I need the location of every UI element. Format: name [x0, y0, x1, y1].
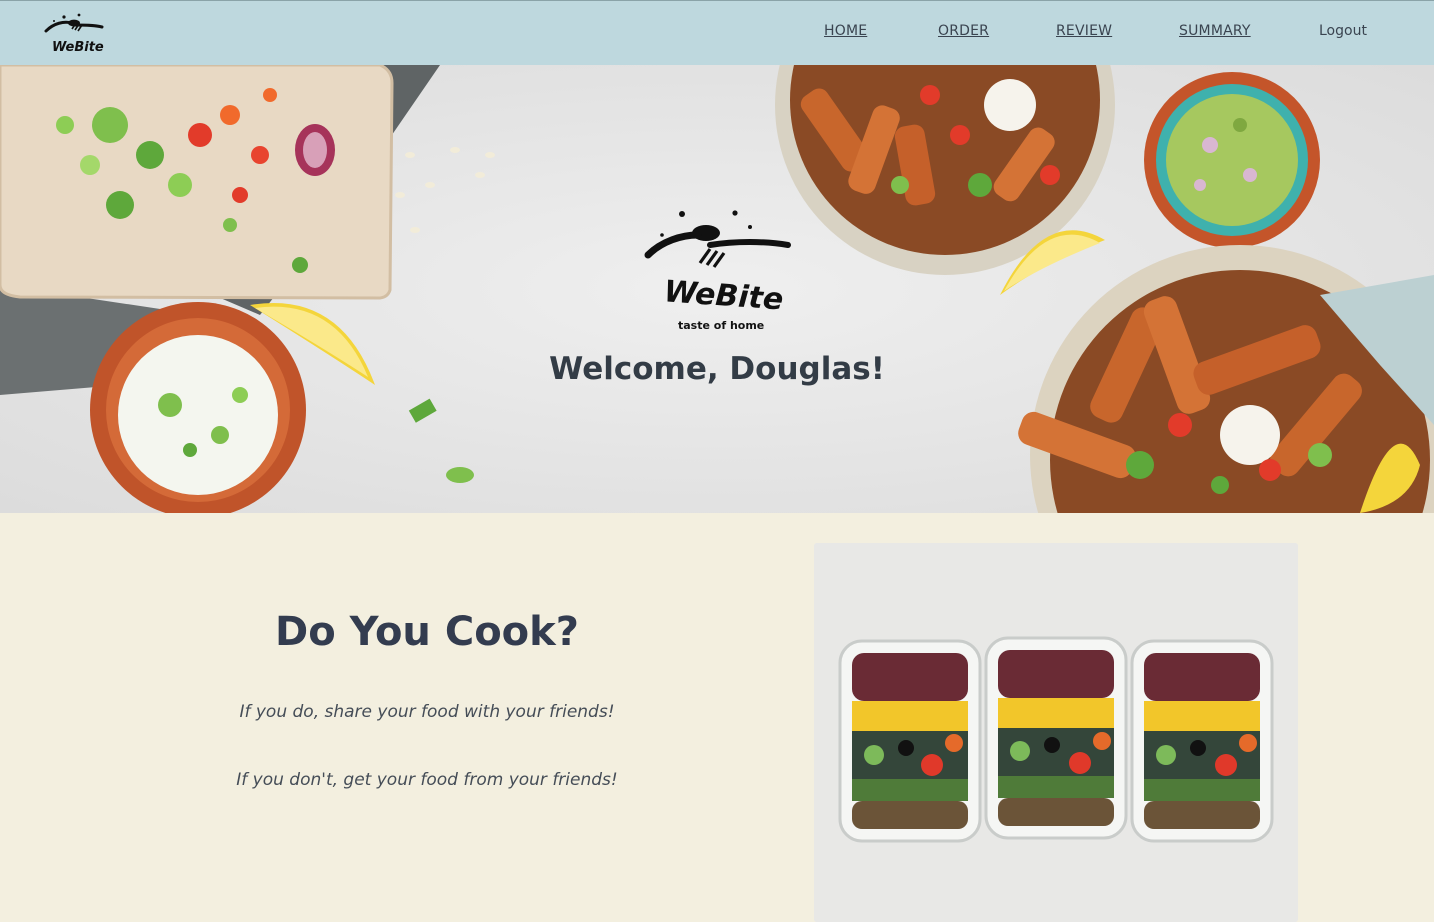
- nav-link-summary[interactable]: SUMMARY: [1179, 23, 1251, 39]
- webite-hero-logo-icon: WeBite taste of home: [644, 210, 791, 332]
- hero-banner: WeBite taste of home Welcome, Douglas!: [0, 65, 1434, 513]
- logo-text: WeBite: [52, 40, 104, 55]
- cook-title: Do You Cook?: [275, 609, 579, 655]
- nav-link-home[interactable]: HOME: [824, 23, 867, 39]
- cook-line-share: If you do, share your food with your fri…: [239, 702, 615, 722]
- logout-button[interactable]: Logout: [1319, 23, 1367, 39]
- webite-logo-icon[interactable]: WeBite: [42, 11, 106, 59]
- hero-logo-tagline: taste of home: [678, 319, 764, 332]
- do-you-cook-section: Do You Cook? If you do, share your food …: [0, 513, 1434, 922]
- welcome-heading: Welcome, Douglas!: [549, 351, 885, 387]
- nav-link-review[interactable]: REVIEW: [1056, 23, 1112, 39]
- cook-line-get: If you don't, get your food from your fr…: [236, 770, 618, 790]
- hero-logo-brand: WeBite: [663, 274, 785, 317]
- meal-prep-containers-image: [814, 543, 1298, 922]
- nav-link-order[interactable]: ORDER: [938, 23, 989, 39]
- top-navbar: WeBite HOME ORDER REVIEW SUMMARY Logout: [0, 0, 1434, 65]
